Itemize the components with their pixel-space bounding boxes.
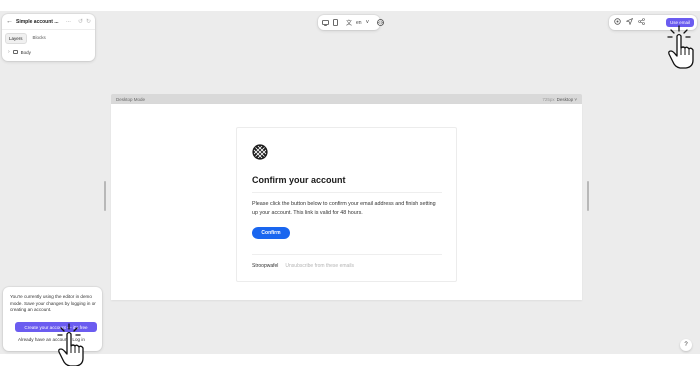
view-toolbar: 文 en ˅ — [318, 15, 384, 30]
send-icon[interactable] — [625, 17, 634, 27]
unsubscribe-link[interactable]: Unsubscribe from these emails — [285, 263, 354, 269]
template-title[interactable]: Simple account ... — [16, 19, 66, 25]
canvas-header: Desktop Mode 725px Desktop ˅ — [111, 94, 582, 104]
language-select[interactable]: en — [356, 20, 362, 26]
device-select[interactable]: Desktop ˅ — [557, 97, 577, 102]
divider — [252, 254, 442, 255]
help-button[interactable]: ? — [680, 339, 692, 351]
email-card[interactable]: Confirm your account Please click the bu… — [236, 127, 457, 282]
back-arrow-icon[interactable]: ← — [6, 18, 16, 25]
translate-icon[interactable]: 文 — [346, 18, 352, 27]
confirm-button[interactable]: Confirm — [252, 227, 290, 239]
layers-panel-header: ← Simple account ... ··· ↺ ↻ — [2, 14, 95, 30]
email-body-text: Please click the button below to confirm… — [252, 201, 436, 216]
eye-icon[interactable] — [614, 18, 621, 27]
share-icon[interactable] — [638, 18, 645, 27]
box-icon — [12, 50, 18, 54]
bottom-strip — [0, 354, 700, 366]
redo-icon[interactable]: ↻ — [86, 18, 91, 25]
pointer-hand-icon — [667, 25, 694, 69]
brand-name: Stroopwafel — [252, 263, 279, 269]
email-footer: Stroopwafel Unsubscribe from these email… — [252, 263, 354, 269]
more-options-icon[interactable]: ··· — [66, 19, 71, 25]
tab-blocks[interactable]: Blocks — [30, 33, 49, 44]
width-label: 725px — [542, 96, 555, 102]
top-strip — [0, 0, 700, 11]
layers-panel: ← Simple account ... ··· ↺ ↻ Layers Bloc… — [2, 14, 95, 61]
device-label: Desktop — [556, 96, 574, 102]
undo-icon[interactable]: ↺ — [78, 18, 83, 25]
layer-item-label: Body — [20, 49, 31, 55]
mode-label: Desktop Mode — [116, 96, 146, 102]
resize-handle-left[interactable] — [104, 181, 106, 211]
chevron-right-icon[interactable]: › — [8, 49, 10, 55]
tab-layers[interactable]: Layers — [5, 33, 27, 44]
desktop-icon[interactable] — [322, 19, 329, 26]
chevron-down-icon[interactable]: ˅ — [366, 20, 370, 26]
demo-mode-text: You're currently using the editor in dem… — [10, 294, 96, 312]
divider — [252, 192, 442, 193]
layer-item-body[interactable]: › Body — [2, 44, 95, 55]
resize-handle-right[interactable] — [587, 181, 589, 211]
email-heading: Confirm your account — [252, 175, 346, 185]
mobile-icon[interactable] — [333, 19, 338, 26]
stroopwafel-logo-icon — [252, 144, 268, 160]
pointer-hand-icon — [57, 323, 84, 366]
layers-panel-tabs: Layers Blocks — [2, 30, 95, 44]
code-icon[interactable] — [377, 19, 384, 26]
